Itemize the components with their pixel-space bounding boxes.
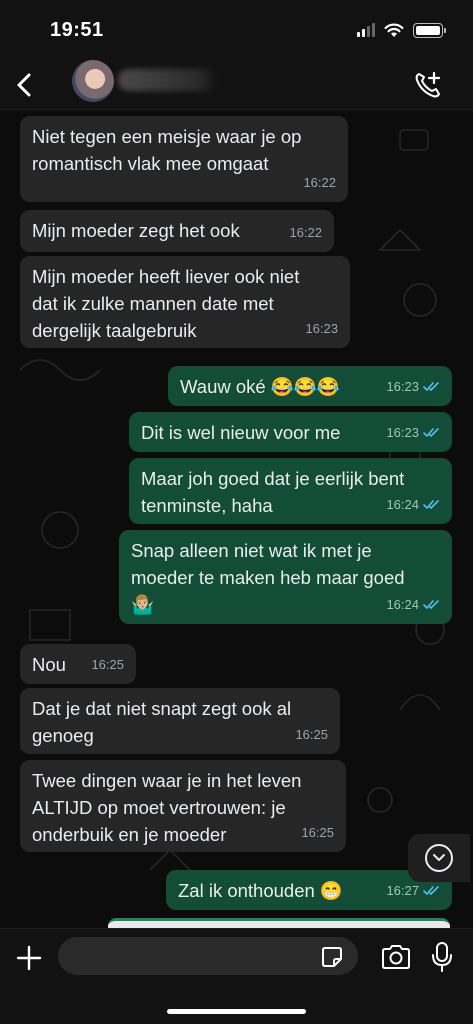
microphone-icon[interactable] [430,941,454,973]
message-time: 16:24 [386,497,419,512]
home-indicator [167,1009,306,1014]
message-text: Mijn moeder heeft liever ook niet dat ik… [32,266,300,341]
message-bubble-outgoing[interactable]: Snap alleen niet wat ik met je moeder te… [119,530,452,624]
message-bubble-outgoing[interactable]: Wauw oké 😂😂😂 16:23 [168,366,452,406]
read-ticks-icon [423,382,439,391]
chevron-down-icon [425,844,453,872]
partial-message-preview [108,918,450,928]
composer-bar [0,928,473,1024]
contact-avatar[interactable] [72,60,114,102]
back-button[interactable] [6,66,42,104]
message-bubble-outgoing[interactable]: Dit is wel nieuw voor me 16:23 [129,412,452,452]
status-icons [357,22,446,38]
message-bubble-incoming[interactable]: Mijn moeder heeft liever ook niet dat ik… [20,256,350,348]
sticker-icon[interactable] [320,945,344,969]
battery-icon [413,22,446,38]
status-bar: 19:51 [0,0,473,60]
message-time: 16:22 [303,175,336,190]
read-ticks-icon [423,428,439,437]
scroll-to-bottom-button[interactable] [408,834,470,882]
chat-area[interactable]: Niet tegen een meisje waar je op romanti… [0,110,473,928]
message-input[interactable] [58,937,358,975]
message-time: 16:23 [305,321,338,336]
message-time: 16:25 [91,657,124,672]
wifi-icon [384,23,404,37]
message-time: 16:24 [386,597,419,612]
message-time: 16:23 [386,379,419,394]
read-ticks-icon [423,600,439,609]
chevron-left-icon [17,73,31,97]
message-bubble-incoming[interactable]: Nou 16:25 [20,644,136,684]
add-call-icon[interactable] [413,70,443,100]
message-bubble-incoming[interactable]: Niet tegen een meisje waar je op romanti… [20,116,348,202]
message-time: 16:25 [295,727,328,742]
message-bubble-outgoing[interactable]: Maar joh goed dat je eerlijk bent tenmin… [129,458,452,524]
message-time: 16:23 [386,425,419,440]
message-text: Mijn moeder zegt het ook [32,220,240,241]
read-ticks-icon [423,500,439,509]
message-time: 16:25 [301,825,334,840]
contact-name-redacted[interactable] [118,69,218,91]
message-bubble-incoming[interactable]: Dat je dat niet snapt zegt ook al genoeg… [20,688,340,754]
message-text: Niet tegen een meisje waar je op romanti… [32,126,302,174]
read-ticks-icon [423,886,439,895]
signal-icon [357,23,375,37]
message-text: Dat je dat niet snapt zegt ook al genoeg [32,698,292,746]
message-time: 16:27 [386,883,419,898]
message-time: 16:22 [289,225,322,240]
message-text: Twee dingen waar je in het leven ALTIJD … [32,770,302,845]
chat-header [0,60,473,110]
message-bubble-incoming[interactable]: Twee dingen waar je in het leven ALTIJD … [20,760,346,852]
clock: 19:51 [50,19,104,41]
plus-icon[interactable] [14,943,44,973]
camera-icon[interactable] [380,943,412,971]
message-bubble-incoming[interactable]: Mijn moeder zegt het ook 16:22 [20,210,334,252]
